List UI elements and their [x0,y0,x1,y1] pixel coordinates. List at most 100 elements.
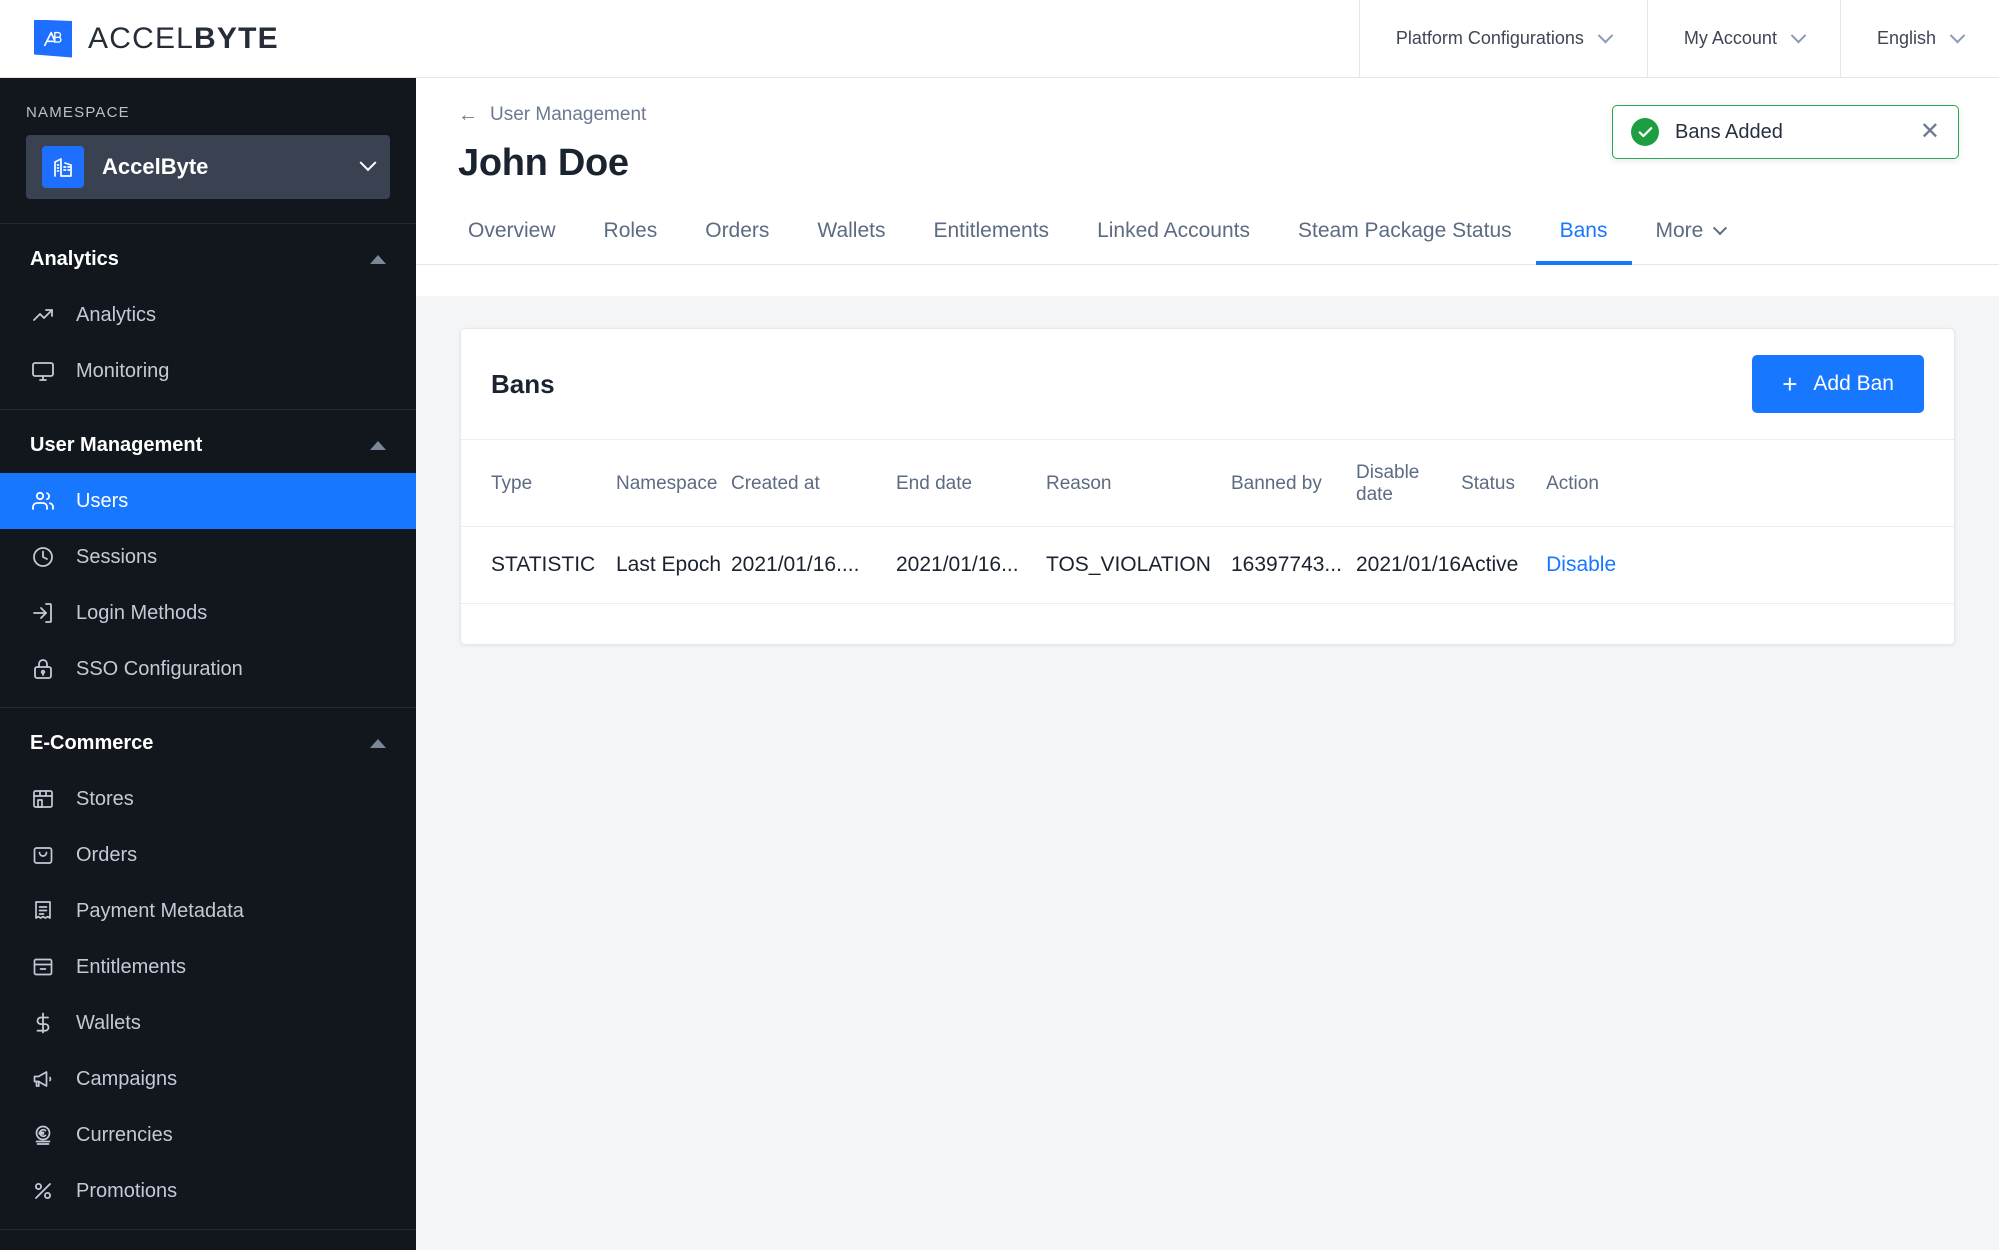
cell-reason: TOS_VIOLATION [1046,526,1231,604]
sidebar-section-title: User Management [30,434,203,456]
tab-overview[interactable]: Overview [444,203,580,265]
plus-icon: + [1782,369,1798,399]
namespace-value: AccelByte [102,154,209,179]
accelbyte-logo-icon [34,19,72,58]
breadcrumb-label: User Management [490,104,647,125]
sidebar-item-label: Campaigns [76,1067,178,1090]
sidebar-item-sso-configuration[interactable]: SSO Configuration [0,641,416,697]
arrow-left-icon: ← [458,104,478,126]
tab-bans[interactable]: Bans [1535,203,1632,265]
col-action: Action [1546,440,1954,527]
col-reason: Reason [1046,440,1231,527]
sidebar-item-analytics[interactable]: Analytics [0,287,416,343]
cell-end-date: 2021/01/16... [896,526,1046,604]
top-nav-platform-configurations[interactable]: Platform Configurations [1358,0,1647,77]
caret-up-icon[interactable] [370,441,386,450]
sidebar-item-orders[interactable]: Orders [0,827,416,883]
cell-namespace: Last Epoch [616,526,731,604]
top-nav-language[interactable]: English [1839,0,1999,77]
dollar-icon [30,1010,56,1036]
sidebar-item-campaigns[interactable]: Campaigns [0,1051,416,1107]
top-nav-my-account[interactable]: My Account [1646,0,1840,77]
sidebar-section-header-analytics[interactable]: Analytics [0,224,416,287]
add-ban-label: Add Ban [1813,372,1894,395]
top-nav: Platform Configurations My Account Engli… [1358,0,1999,77]
top-nav-label: Platform Configurations [1395,28,1584,48]
megaphone-icon [30,1066,56,1092]
sidebar-item-users[interactable]: Users [0,473,416,529]
login-icon [30,600,56,626]
caret-up-icon[interactable] [370,255,386,264]
caret-up-icon[interactable] [370,739,386,748]
bans-table-body: STATISTIC Last Epoch 2021/01/16.... 2021… [461,526,1954,604]
sidebar-item-currencies[interactable]: Currencies [0,1107,416,1163]
bans-card: Bans + Add Ban Type Namespace Created at… [460,328,1955,645]
sidebar-section-e-commerce: E-Commerce Stores Orders Payment Metadat… [0,708,416,1230]
tab-entitlements[interactable]: Entitlements [910,203,1074,265]
sidebar-item-monitoring[interactable]: Monitoring [0,343,416,399]
trending-up-icon [30,302,56,328]
bag-icon [30,842,56,868]
namespace-block: NAMESPACE AccelByte [0,78,416,224]
sidebar-item-label: Payment Metadata [76,899,244,922]
table-row[interactable]: STATISTIC Last Epoch 2021/01/16.... 2021… [461,526,1954,604]
sidebar-item-label: Login Methods [76,601,208,624]
sidebar-item-label: Entitlements [76,955,187,978]
sidebar-item-label: Users [76,489,129,512]
bans-table-head: Type Namespace Created at End date Reaso… [461,440,1954,527]
tab-wallets[interactable]: Wallets [793,203,909,265]
chevron-down-icon [1713,221,1728,236]
sidebar-item-stores[interactable]: Stores [0,771,416,827]
euro-coin-icon [30,1122,56,1148]
sidebar-item-label: Orders [76,843,138,866]
sidebar-section-user-management: User Management Users Sessions Login Met… [0,410,416,708]
chevron-down-icon [1597,27,1614,44]
cell-created-at: 2021/01/16.... [731,526,896,604]
cell-status: Active [1461,526,1547,604]
tab-roles[interactable]: Roles [580,203,682,265]
chevron-down-icon [1790,27,1807,44]
brand-wordmark: ACCELBYTE [88,22,279,56]
cell-banned-by: 16397743... [1231,526,1356,604]
building-icon [42,146,84,188]
brand-logo[interactable]: ACCELBYTE [0,0,416,77]
col-end-date: End date [896,440,1046,527]
bans-table: Type Namespace Created at End date Reaso… [461,440,1954,604]
tab-steam-package-status[interactable]: Steam Package Status [1274,203,1536,265]
sidebar-item-entitlements[interactable]: Entitlements [0,939,416,995]
store-icon [30,786,56,812]
close-icon[interactable]: ✕ [1920,120,1940,144]
breadcrumb[interactable]: ← User Management [458,104,646,126]
sidebar-item-label: Monitoring [76,359,170,382]
col-banned-by: Banned by [1231,440,1356,527]
sidebar-item-sessions[interactable]: Sessions [0,529,416,585]
chevron-down-icon [359,154,377,172]
bans-card-footer [461,604,1954,644]
cell-type: STATISTIC [461,526,616,604]
add-ban-button[interactable]: + Add Ban [1752,355,1924,413]
sidebar-item-payment-metadata[interactable]: Payment Metadata [0,883,416,939]
tab-orders[interactable]: Orders [681,203,793,265]
clock-icon [30,544,56,570]
col-status: Status [1461,440,1547,527]
toast-message: Bans Added [1675,120,1783,143]
receipt-icon [30,898,56,924]
check-circle-icon [1631,118,1659,146]
sidebar-item-label: Promotions [76,1179,178,1202]
sidebar-section-analytics: Analytics Analytics Monitoring [0,224,416,410]
sidebar-section-header-user-management[interactable]: User Management [0,410,416,473]
col-disable-date: Disable date [1356,440,1462,527]
brand-prefix: ACCEL [88,21,195,55]
tab-linked-accounts[interactable]: Linked Accounts [1073,203,1274,265]
sidebar-item-wallets[interactable]: Wallets [0,995,416,1051]
sidebar-item-promotions[interactable]: Promotions [0,1163,416,1219]
sidebar-item-login-methods[interactable]: Login Methods [0,585,416,641]
sidebar-section-title: Analytics [30,248,119,270]
sidebar-section-title: E-Commerce [30,732,154,754]
percent-icon [30,1178,56,1204]
disable-ban-link[interactable]: Disable [1546,526,1954,604]
tab-more[interactable]: More [1632,203,1750,265]
sidebar-section-header-e-commerce[interactable]: E-Commerce [0,708,416,771]
namespace-selector[interactable]: AccelByte [26,135,390,199]
top-nav-label: My Account [1683,28,1777,48]
